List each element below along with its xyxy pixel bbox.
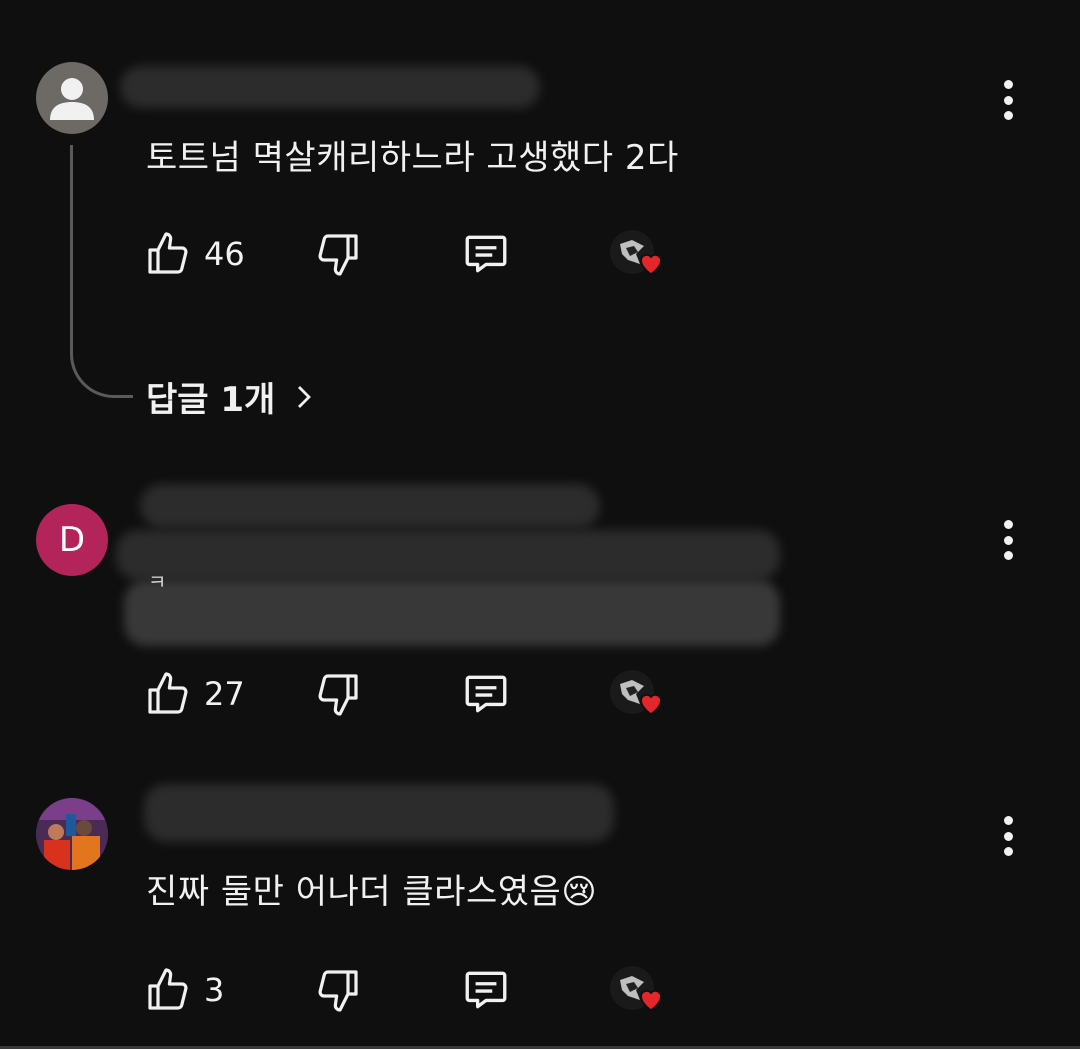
user-avatar[interactable]: D: [36, 504, 108, 576]
more-vert-icon: [1003, 520, 1013, 529]
comment-1: 토트넘 멱살캐리하느라 고생했다 2다 46 답글 1개: [0, 0, 1080, 440]
comment-2: D ㅋ 27: [0, 470, 1080, 760]
like-count: 27: [204, 675, 245, 713]
like-count: 46: [204, 235, 245, 273]
reply-icon: [465, 235, 507, 273]
reply-button[interactable]: [461, 224, 511, 284]
redacted-username: [120, 66, 540, 108]
redacted-comment-line-1: [116, 530, 780, 580]
redacted-comment-line-2: [124, 580, 780, 646]
like-icon: [148, 232, 188, 274]
chevron-right-icon: [298, 385, 312, 408]
user-avatar[interactable]: [36, 62, 108, 134]
creator-heart: [610, 670, 662, 716]
like-button[interactable]: 27: [144, 664, 245, 724]
user-avatar[interactable]: [36, 798, 108, 870]
creator-heart: [610, 230, 662, 276]
creator-heart-icon: [640, 254, 662, 276]
crying-emoji: 😢: [561, 872, 598, 912]
dislike-icon: [318, 674, 358, 716]
comment-text: ㅋ: [148, 570, 167, 594]
comment-text-body: 진짜 둘만 어나더 클라스였음: [146, 872, 562, 912]
like-count: 3: [204, 971, 225, 1009]
more-options-button[interactable]: [996, 520, 1020, 560]
avatar-letter: D: [58, 520, 86, 560]
dislike-icon: [318, 234, 358, 276]
dislike-button[interactable]: [314, 664, 362, 724]
more-vert-icon: [1003, 80, 1013, 89]
comment-actions: 3: [0, 960, 1080, 1020]
default-avatar-icon: [50, 78, 94, 120]
replies-label: 답글 1개: [146, 380, 276, 420]
reply-thread-line: [70, 145, 133, 398]
reply-button[interactable]: [461, 960, 511, 1020]
dislike-button[interactable]: [314, 960, 362, 1020]
reply-icon: [465, 971, 507, 1009]
creator-heart: [610, 966, 662, 1012]
view-replies-button[interactable]: 답글 1개: [146, 372, 319, 421]
comment-actions: 46: [0, 224, 1080, 284]
like-button[interactable]: 46: [144, 224, 245, 284]
profile-photo-icon: [36, 798, 108, 870]
redacted-username: [144, 784, 614, 842]
reply-button[interactable]: [461, 664, 511, 724]
like-icon: [148, 672, 188, 714]
dislike-icon: [318, 970, 358, 1012]
comment-actions: 27: [0, 664, 1080, 724]
dislike-button[interactable]: [314, 224, 362, 284]
more-vert-icon: [1003, 816, 1013, 825]
like-icon: [148, 968, 188, 1010]
like-button[interactable]: 3: [144, 960, 224, 1020]
creator-heart-icon: [640, 990, 662, 1012]
comment-text: 토트넘 멱살캐리하느라 고생했다 2다: [146, 138, 679, 178]
more-options-button[interactable]: [996, 80, 1020, 120]
redacted-username: [140, 484, 600, 528]
comment-3: 진짜 둘만 어나더 클라스였음😢 3: [0, 770, 1080, 1046]
reply-icon: [465, 675, 507, 713]
more-options-button[interactable]: [996, 816, 1020, 856]
creator-heart-icon: [640, 694, 662, 716]
comment-text: 진짜 둘만 어나더 클라스였음😢: [146, 864, 597, 913]
